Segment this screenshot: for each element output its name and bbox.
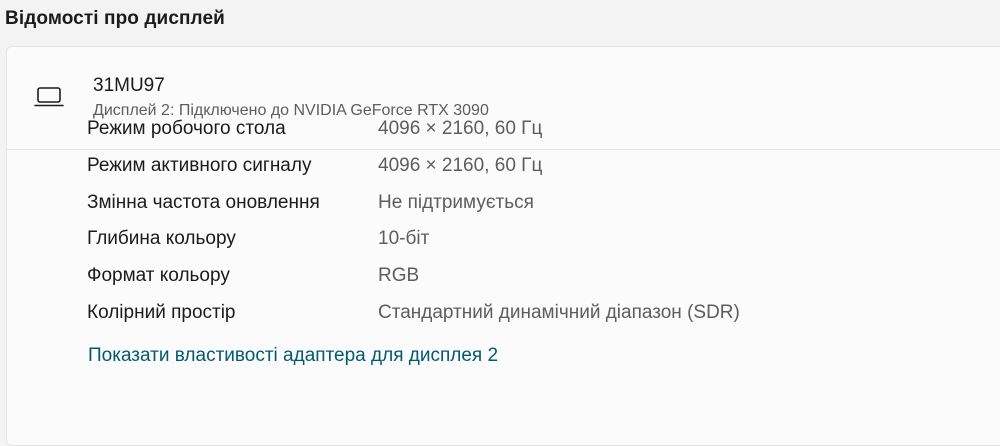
page-title: Відомості про дисплей [5, 8, 225, 29]
adapter-properties-link[interactable]: Показати властивості адаптера для диспле… [88, 345, 498, 367]
property-value: 4096 × 2160, 60 Гц [378, 118, 543, 139]
display-name: 31MU97 [93, 75, 165, 96]
property-label: Змінна частота оновлення [87, 191, 320, 213]
property-value: 4096 × 2160, 60 Гц [378, 154, 543, 176]
property-label: Режим активного сигналу [87, 154, 312, 176]
property-value: Не підтримується [378, 191, 534, 213]
property-label: Колірний простір [87, 301, 236, 323]
laptop-icon [34, 87, 64, 107]
property-label: Формат кольору [87, 265, 230, 287]
property-label: Глибина кольору [87, 228, 236, 250]
property-value: RGB [378, 265, 420, 287]
property-value: 10-біт [378, 228, 430, 250]
property-value: Стандартний динамічний діапазон (SDR) [378, 301, 740, 323]
property-label: Режим робочого стола [87, 118, 286, 139]
